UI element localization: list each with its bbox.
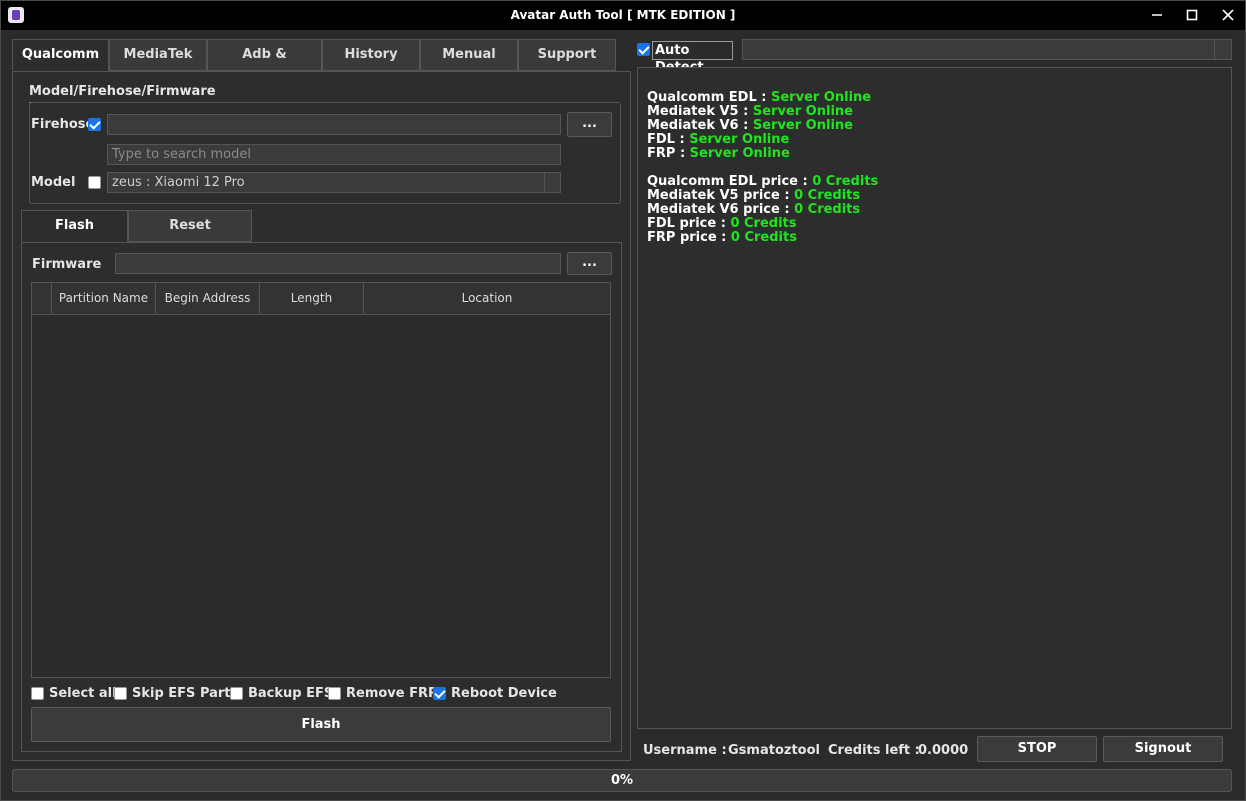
tab-flash-firmware[interactable]: Flash Firmware (21, 210, 128, 263)
close-button[interactable] (1216, 5, 1240, 27)
log-line: Qualcomm EDL : Server Online (647, 90, 872, 105)
model-checkbox[interactable] (88, 176, 101, 189)
auto-detect-label[interactable]: Auto Detect (652, 41, 733, 75)
model-select-value: zeus : Xiaomi 12 Pro (112, 175, 245, 190)
log-line: FDL : Server Online (647, 132, 790, 147)
tab-support[interactable]: Support (518, 39, 616, 71)
log-line: Mediatek V5 price : 0 Credits (647, 188, 861, 203)
model-search-input[interactable]: Type to search model (107, 144, 561, 165)
stop-button[interactable]: STOP (977, 736, 1097, 762)
tab-adb-fastboot[interactable]: Adb & Fastboot (207, 39, 322, 92)
select-all-checkbox[interactable] (31, 687, 44, 700)
firehose-browse-button[interactable]: ... (567, 112, 612, 137)
model-label: Model (31, 175, 76, 190)
tab-qualcomm[interactable]: Qualcomm (12, 39, 109, 71)
skip-efs-checkbox[interactable] (114, 687, 127, 700)
username-label: Username : (643, 743, 727, 758)
column-select[interactable] (32, 283, 52, 314)
title-bar: Avatar Auth Tool [ MTK EDITION ] (1, 1, 1245, 30)
log-line: FRP : Server Online (647, 146, 790, 161)
tab-menual[interactable]: Menual (420, 39, 518, 71)
username-value: Gsmatoztool (728, 743, 820, 758)
maximize-button[interactable] (1180, 5, 1204, 27)
select-all-label: Select all (49, 686, 117, 701)
firehose-checkbox[interactable] (88, 118, 101, 131)
minimize-button[interactable] (1145, 5, 1169, 27)
flash-firmware-panel: Firmware ... Partition Name Begin Addres… (21, 242, 622, 752)
column-partition-name[interactable]: Partition Name (52, 283, 156, 314)
log-line: Mediatek V6 : Server Online (647, 118, 853, 133)
firmware-browse-button[interactable]: ... (567, 252, 612, 275)
backup-efs-label: Backup EFS (248, 686, 334, 701)
log-line: Qualcomm EDL price : 0 Credits (647, 174, 879, 189)
window-title: Avatar Auth Tool [ MTK EDITION ] (510, 8, 736, 22)
skip-efs-label: Skip EFS Parts (132, 686, 239, 701)
model-group-title: Model/Firehose/Firmware (29, 81, 228, 103)
partition-table[interactable]: Partition Name Begin Address Length Loca… (31, 282, 611, 678)
port-select[interactable] (742, 39, 1232, 60)
remove-frp-label: Remove FRP (346, 686, 438, 701)
tab-mediatek[interactable]: MediaTek (109, 39, 207, 71)
log-blank-line (647, 161, 1231, 175)
close-icon (1222, 9, 1234, 21)
log-line: FDL price : 0 Credits (647, 216, 797, 231)
reboot-device-checkbox[interactable] (433, 687, 446, 700)
log-line: FRP price : 0 Credits (647, 230, 797, 245)
backup-efs-checkbox[interactable] (230, 687, 243, 700)
qualcomm-panel: Model/Firehose/Firmware Firehose ... Typ… (12, 71, 631, 761)
model-select-divider (544, 173, 545, 192)
app-window: Avatar Auth Tool [ MTK EDITION ] Qualcom… (0, 0, 1246, 801)
maximize-icon (1186, 9, 1198, 21)
column-location[interactable]: Location (364, 283, 610, 314)
credits-label: Credits left : (828, 743, 920, 758)
auto-detect-checkbox[interactable] (637, 43, 650, 56)
firehose-path-field[interactable] (107, 114, 561, 135)
tab-reset-operations[interactable]: Reset Operations (128, 210, 252, 263)
column-begin-address[interactable]: Begin Address (156, 283, 260, 314)
firehose-label: Firehose (31, 117, 95, 132)
progress-bar: 0% (12, 769, 1232, 792)
signout-button[interactable]: Signout (1103, 736, 1223, 762)
tab-history[interactable]: History (322, 39, 420, 71)
log-line: Mediatek V6 price : 0 Credits (647, 202, 861, 217)
model-select[interactable]: zeus : Xiaomi 12 Pro (107, 172, 561, 193)
progress-text: 0% (610, 773, 634, 788)
partition-table-header: Partition Name Begin Address Length Loca… (32, 283, 610, 315)
reboot-device-label: Reboot Device (451, 686, 557, 701)
remove-frp-checkbox[interactable] (328, 687, 341, 700)
credits-value: 0.0000 (918, 743, 969, 758)
firmware-path-field[interactable] (115, 253, 561, 274)
firmware-label: Firmware (32, 257, 102, 272)
flash-button[interactable]: Flash (31, 707, 611, 742)
log-output: Qualcomm EDL : Server Online Mediatek V5… (637, 67, 1232, 729)
minimize-icon (1152, 14, 1162, 16)
column-length[interactable]: Length (260, 283, 364, 314)
log-line: Mediatek V5 : Server Online (647, 104, 853, 119)
